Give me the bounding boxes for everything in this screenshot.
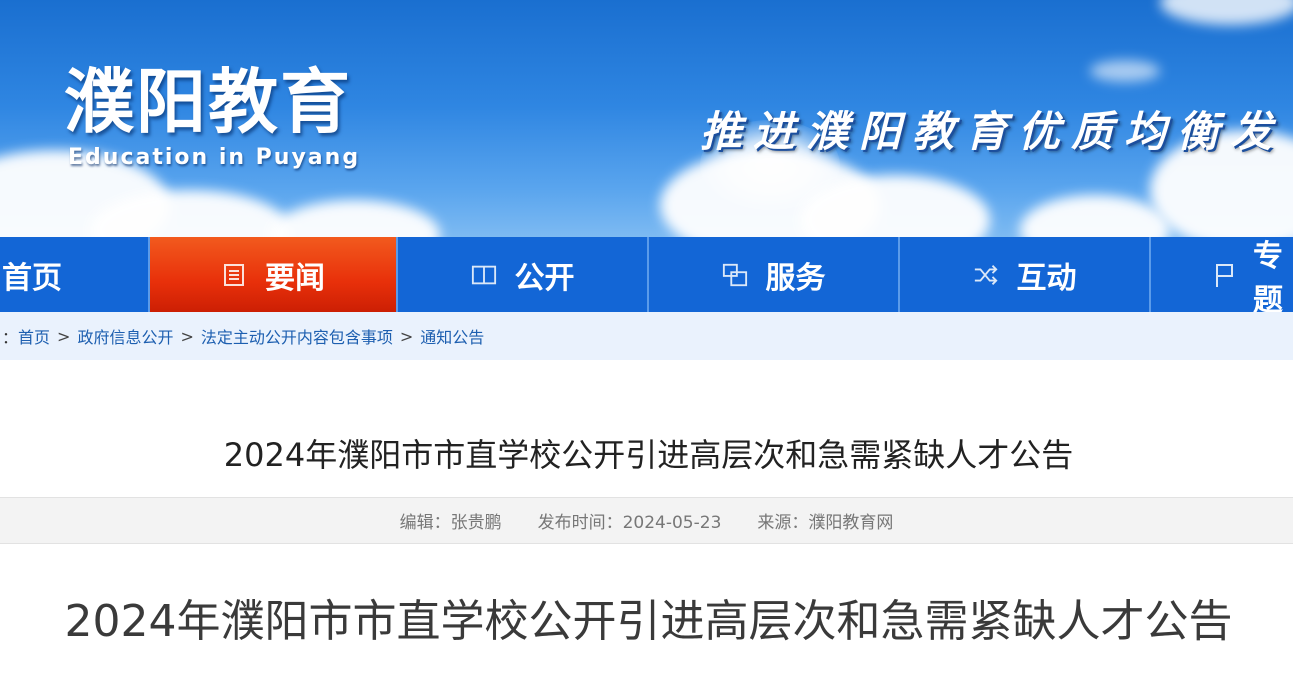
breadcrumb: ： 首页 > 政府信息公开 > 法定主动公开内容包含事项 > 通知公告 [0, 312, 1293, 360]
flag-icon [1213, 262, 1235, 288]
breadcrumb-home[interactable]: 首页 [18, 324, 50, 348]
article-meta: 编辑：张贵鹏 发布时间：2024-05-23 来源：濮阳教育网 [0, 497, 1293, 544]
breadcrumb-gov-info[interactable]: 政府信息公开 [77, 324, 173, 348]
banner-slogan: 推进濮阳教育优质均衡发 [700, 107, 1284, 156]
cloud [1160, 0, 1293, 25]
nav-item-label: 互动 [1016, 260, 1077, 296]
header-banner: 濮阳教育 Education in Puyang 推进濮阳教育优质均衡发 [0, 0, 1293, 237]
nav-item-label: 服务 [765, 260, 826, 296]
nav-item-interact[interactable]: 互动 [900, 237, 1151, 312]
site-logo-subtitle: Education in Puyang [68, 145, 361, 170]
main-nav: 首页 要闻 公开 服务 互动 专题 [0, 237, 1293, 318]
article-editor: 编辑：张贵鹏 [399, 513, 502, 533]
shuffle-icon [973, 262, 999, 288]
article-source: 来源：濮阳教育网 [757, 513, 894, 533]
breadcrumb-prefix: ： [2, 328, 19, 347]
breadcrumb-separator: > [57, 326, 71, 346]
article-body-title: 2024年濮阳市市直学校公开引进高层次和急需紧缺人才公告 [64, 596, 1233, 647]
breadcrumb-separator: > [399, 326, 414, 346]
nav-item-home[interactable]: 首页 [0, 237, 150, 312]
breadcrumb-legal-content[interactable]: 法定主动公开内容包含事项 [201, 324, 393, 348]
nav-item-label: 首页 [2, 260, 62, 296]
site-logo-title[interactable]: 濮阳教育 [64, 62, 352, 142]
breadcrumb-notices[interactable]: 通知公告 [420, 324, 484, 348]
article-publish-time: 发布时间：2024-05-23 [537, 513, 722, 533]
breadcrumb-separator: > [180, 326, 194, 346]
nav-item-service[interactable]: 服务 [649, 237, 900, 312]
nav-item-public[interactable]: 公开 [398, 237, 649, 312]
nav-item-label: 要闻 [265, 260, 325, 296]
book-icon [471, 262, 497, 288]
cloud [270, 200, 440, 237]
cloud [1090, 60, 1160, 82]
nav-item-label: 专题 [1253, 238, 1283, 318]
article-title: 2024年濮阳市市直学校公开引进高层次和急需紧缺人才公告 [223, 436, 1074, 474]
cloud [1020, 195, 1170, 237]
nav-item-topic[interactable]: 专题 [1151, 237, 1293, 318]
nav-item-news[interactable]: 要闻 [150, 237, 398, 312]
service-icon [722, 262, 748, 288]
nav-item-label: 公开 [514, 260, 575, 296]
news-icon [221, 262, 247, 288]
